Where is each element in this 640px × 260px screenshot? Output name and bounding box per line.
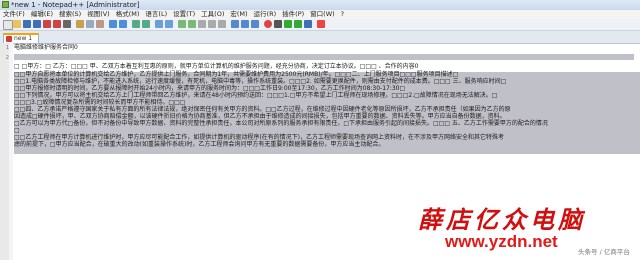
spell-check-icon[interactable]: [317, 20, 325, 28]
menu-format[interactable]: 格式(M): [113, 10, 143, 18]
close-icon[interactable]: [43, 20, 51, 28]
copy-icon[interactable]: [86, 20, 94, 28]
menu-file[interactable]: 文件(F): [0, 10, 28, 18]
zoom-in-icon[interactable]: [155, 20, 163, 28]
new-file-icon[interactable]: [3, 20, 13, 30]
sync-horizontal-icon[interactable]: [188, 20, 196, 28]
cut-icon[interactable]: [76, 20, 84, 28]
menu-window[interactable]: 窗口(W): [307, 10, 338, 18]
line-number: 1: [5, 45, 9, 51]
line-number: 2: [5, 55, 9, 61]
redo-icon[interactable]: [119, 20, 127, 28]
print-icon[interactable]: [63, 20, 71, 28]
menu-macro[interactable]: 宏(M): [227, 10, 250, 18]
paste-icon[interactable]: [96, 20, 104, 28]
menu-bar: 文件(F) 编辑(E) 搜索(S) 视图(V) 格式(M) 语言(L) 设置(T) 工具(O)…: [0, 10, 640, 19]
stop-macro-icon[interactable]: [274, 20, 282, 28]
record-macro-icon[interactable]: [264, 20, 272, 28]
tab-new-1[interactable]: new 1: [3, 33, 39, 43]
menu-edit[interactable]: 编辑(E): [28, 10, 56, 18]
folder-workspace-icon[interactable]: [251, 20, 259, 28]
menu-settings[interactable]: 设置(T): [170, 10, 198, 18]
run-macro-multiple-icon[interactable]: [294, 20, 302, 28]
text-line: □ □甲方：□ 乙方：□□□ 甲、乙双方本着互利互惠的原则，就甲方单位计算机的维…: [14, 63, 419, 70]
indent-guide-icon[interactable]: [218, 20, 226, 28]
find-icon[interactable]: [132, 20, 140, 28]
watermark-brand: 薛店亿众电脑: [418, 205, 586, 234]
toolbar: [0, 19, 640, 31]
fold-margin: [9, 43, 13, 260]
notepad-plus-plus-icon: [2, 1, 9, 8]
save-icon[interactable]: [23, 20, 31, 28]
function-list-icon[interactable]: [241, 20, 249, 28]
menu-language[interactable]: 语言(L): [142, 10, 170, 18]
menu-tools[interactable]: 工具(O): [198, 10, 227, 18]
menu-plugins[interactable]: 插件(P): [279, 10, 307, 18]
text-line: □乙方可以为甲方代□备份，但不对备份中导致甲方数据、资料的完整性承担责任，本公司…: [14, 120, 548, 127]
menu-view[interactable]: 视图(V): [84, 10, 113, 18]
save-all-icon[interactable]: [33, 20, 41, 28]
save-macro-icon[interactable]: [304, 20, 312, 28]
play-macro-icon[interactable]: [284, 20, 292, 28]
watermark-credit: 头条号 / 亿商平台: [578, 248, 630, 256]
text-line: 电脑维修维护服务合同0: [14, 44, 78, 51]
selection-highlight: [14, 54, 634, 60]
zoom-out-icon[interactable]: [165, 20, 173, 28]
close-all-icon[interactable]: [53, 20, 61, 28]
open-folder-icon[interactable]: [13, 20, 21, 28]
menu-search[interactable]: 搜索(S): [56, 10, 84, 18]
menu-help[interactable]: ?: [338, 10, 347, 18]
text-line: 虑的前提下，□甲方应当配合，在破重大的改动(如重装操作系统)时，乙方工程师会询问…: [14, 141, 385, 148]
watermark-website: www.yzdn.net: [445, 232, 558, 251]
doc-map-icon[interactable]: [231, 20, 239, 28]
tab-label: new 1: [14, 35, 33, 42]
undo-icon[interactable]: [109, 20, 117, 28]
show-all-chars-icon[interactable]: [208, 20, 216, 28]
replace-icon[interactable]: [142, 20, 150, 28]
word-wrap-icon[interactable]: [198, 20, 206, 28]
unsaved-file-icon: [6, 36, 12, 42]
window-titlebar: *new 1 - Notepad++ [Administrator]: [0, 0, 640, 10]
menu-run[interactable]: 运行(R): [251, 10, 280, 18]
sync-scroll-icon[interactable]: [178, 20, 186, 28]
window-title: *new 1 - Notepad++ [Administrator]: [11, 1, 140, 9]
